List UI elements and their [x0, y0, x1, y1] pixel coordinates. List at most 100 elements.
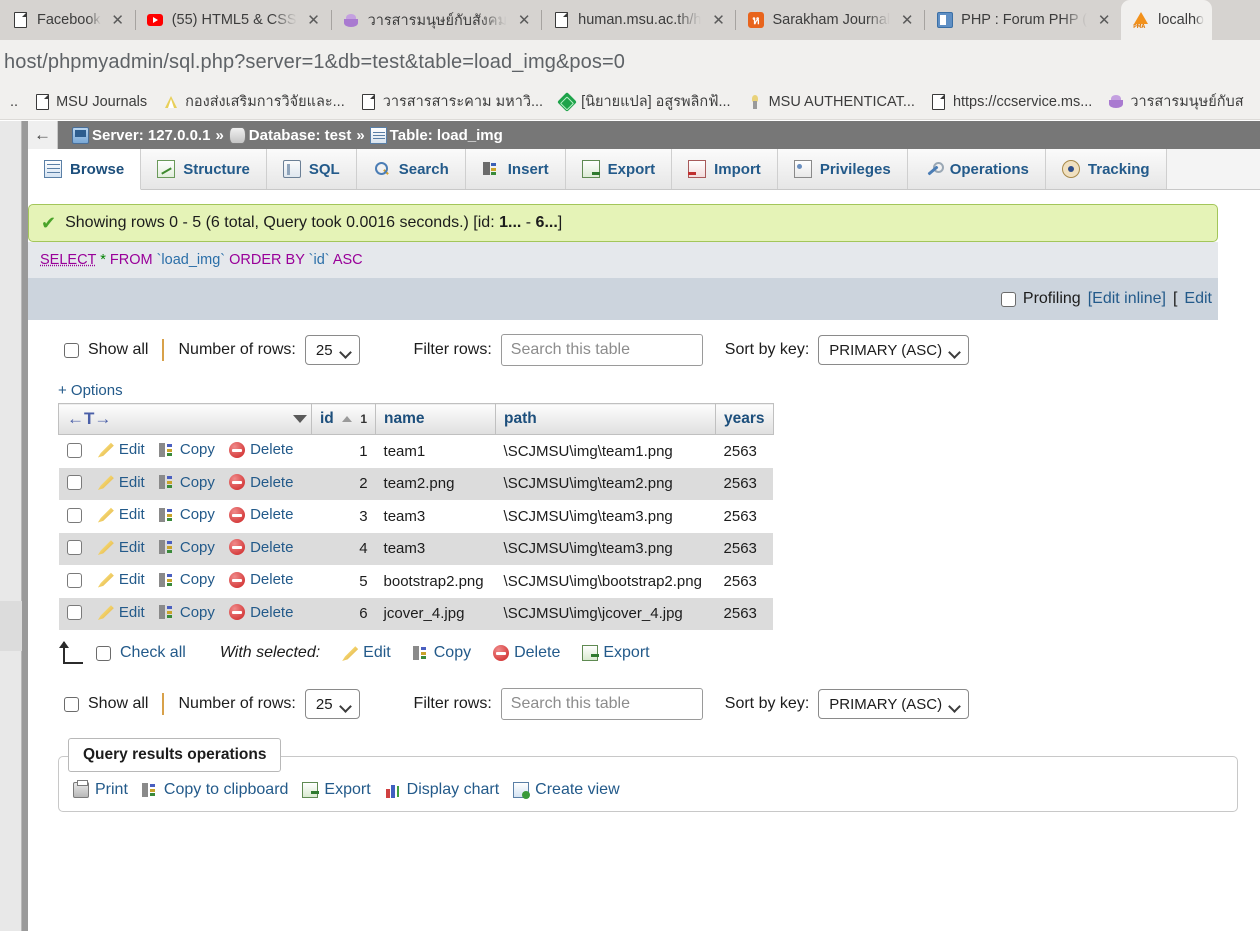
row-select-checkbox[interactable]	[66, 605, 82, 620]
chevron-down-icon[interactable]	[292, 415, 307, 423]
tab-insert[interactable]: Insert	[465, 149, 566, 189]
delete-row-link[interactable]: Delete	[229, 539, 293, 556]
edit-row-link[interactable]: Edit	[97, 539, 145, 556]
close-icon[interactable]: ✕	[1095, 11, 1113, 29]
sort-by-key-select-bottom[interactable]: PRIMARY (ASC)	[818, 689, 970, 719]
breadcrumb-table[interactable]: Table: load_img	[390, 127, 503, 144]
copy-to-clipboard-link[interactable]: Copy to clipboard	[141, 781, 288, 799]
copy-row-link[interactable]: Copy	[158, 474, 215, 491]
sort-direction-controls[interactable]: ←T→	[67, 409, 111, 429]
tab-operations[interactable]: Operations	[907, 149, 1046, 189]
column-header-years[interactable]: years	[715, 403, 774, 435]
tab-tracking[interactable]: Tracking	[1045, 149, 1167, 189]
edit-row-link[interactable]: Edit	[97, 474, 145, 491]
edit-row-link[interactable]: Edit	[97, 441, 145, 458]
bulk-copy-link[interactable]: Copy	[412, 644, 471, 662]
copy-row-link[interactable]: Copy	[158, 506, 215, 523]
profiling-checkbox[interactable]	[1000, 291, 1016, 307]
show-all-checkbox-top[interactable]	[64, 342, 79, 358]
phpmyadmin-main: ← Server: 127.0.0.1 » Database: test » T…	[28, 121, 1260, 931]
copy-row-link[interactable]: Copy	[158, 571, 215, 588]
bookmark-novel-translation[interactable]: [นิยายแปล] อสูรพลิกฟ้...	[551, 87, 739, 116]
tab-search[interactable]: Search	[356, 149, 466, 189]
collapse-navigation-button[interactable]: ←	[28, 121, 58, 149]
row-select-checkbox[interactable]	[66, 540, 82, 555]
breadcrumb-server[interactable]: Server: 127.0.0.1	[92, 127, 210, 144]
close-icon[interactable]: ✕	[109, 11, 127, 29]
close-icon[interactable]: ✕	[515, 11, 533, 29]
close-icon[interactable]: ✕	[305, 11, 323, 29]
browser-tab-localhost-phpmyadmin[interactable]: localho	[1121, 0, 1213, 40]
edit-link[interactable]: Edit	[1184, 290, 1212, 308]
row-select-checkbox[interactable]	[66, 507, 82, 523]
breadcrumb-database[interactable]: Database: test	[249, 127, 352, 144]
delete-row-link[interactable]: Delete	[229, 474, 293, 491]
row-actions-header[interactable]: ←T→	[58, 403, 312, 435]
column-header-id[interactable]: id 1	[310, 403, 377, 435]
bulk-delete-link[interactable]: Delete	[493, 644, 560, 662]
delete-row-link[interactable]: Delete	[229, 506, 293, 523]
number-of-rows-select-top[interactable]: 25	[304, 335, 360, 365]
copy-row-link[interactable]: Copy	[158, 604, 215, 621]
sort-by-key-select-top[interactable]: PRIMARY (ASC)	[818, 335, 970, 365]
delete-row-link[interactable]: Delete	[229, 571, 293, 588]
bookmark-sarakham-journal[interactable]: วารสารสาระคาม มหาวิ...	[353, 87, 551, 116]
number-of-rows-select-bottom[interactable]: 25	[304, 689, 360, 719]
table-row[interactable]: Edit Copy Delete 1 team1 \SCJMSU\img\tea…	[58, 434, 774, 468]
options-toggle-link[interactable]: + Options	[28, 376, 1260, 403]
row-select-checkbox[interactable]	[66, 572, 82, 588]
filter-rows-input-bottom[interactable]: Search this table	[500, 688, 703, 720]
bulk-export-link[interactable]: Export	[582, 644, 650, 662]
column-header-path[interactable]: path	[495, 403, 717, 435]
edit-row-link[interactable]: Edit	[97, 506, 145, 523]
check-all-checkbox[interactable]	[96, 645, 111, 661]
bookmark-msu-journals[interactable]: MSU Journals	[26, 91, 155, 113]
row-select-checkbox[interactable]	[66, 475, 82, 490]
column-header-name[interactable]: name	[375, 403, 497, 435]
edit-inline-link[interactable]: [Edit inline]	[1088, 290, 1166, 308]
copy-row-link[interactable]: Copy	[158, 441, 215, 458]
create-view-link[interactable]: Create view	[513, 781, 620, 799]
bookmark-overflow[interactable]: ..	[2, 91, 26, 113]
executed-sql-query[interactable]: SELECT * FROM `load_img` ORDER BY `id` A…	[28, 242, 1218, 278]
bulk-edit-link[interactable]: Edit	[342, 644, 391, 662]
export-link[interactable]: Export	[302, 781, 371, 799]
filter-rows-input-top[interactable]: Search this table	[500, 334, 703, 366]
table-row[interactable]: Edit Copy Delete 4 team3 \SCJMSU\img\tea…	[58, 532, 774, 565]
address-bar[interactable]: host/phpmyadmin/sql.php?server=1&db=test…	[4, 47, 1256, 77]
tab-privileges[interactable]: Privileges	[777, 149, 908, 189]
show-all-checkbox-bottom[interactable]	[64, 696, 79, 712]
browser-tab-journal-human[interactable]: วารสารมนุษย์กับสังคม ✕	[330, 0, 542, 40]
tab-sql[interactable]: SQL	[266, 149, 357, 189]
bookmark-msu-authenticate[interactable]: MSU AUTHENTICAT...	[739, 91, 923, 113]
tab-structure[interactable]: Structure	[141, 149, 267, 189]
tab-browse[interactable]: Browse	[28, 149, 142, 190]
print-link[interactable]: Print	[73, 780, 128, 799]
display-chart-link[interactable]: Display chart	[385, 781, 499, 799]
check-all-label[interactable]: Check all	[120, 644, 186, 662]
bookmark-research-promotion[interactable]: กองส่งเสริมการวิจัยและ...	[155, 87, 353, 116]
delete-row-link[interactable]: Delete	[229, 441, 293, 458]
browser-tab-human-msu[interactable]: human.msu.ac.th/h ✕	[541, 0, 735, 40]
delete-row-link[interactable]: Delete	[229, 604, 293, 621]
table-row[interactable]: Edit Copy Delete 3 team3 \SCJMSU\img\tea…	[58, 500, 774, 533]
edit-row-link[interactable]: Edit	[97, 571, 145, 588]
bookmark-ccservice[interactable]: https://ccservice.ms...	[923, 91, 1100, 113]
browser-tab-youtube[interactable]: (55) HTML5 & CSS ✕	[134, 0, 331, 40]
table-row[interactable]: Edit Copy Delete 2 team2.png \SCJMSU\img…	[58, 467, 774, 500]
table-row[interactable]: Edit Copy Delete 6 jcover_4.jpg \SCJMSU\…	[58, 597, 774, 630]
browser-tab-sarakham-journal[interactable]: ห Sarakham Journal ✕	[735, 0, 924, 40]
tab-export[interactable]: Export	[565, 149, 673, 189]
navigation-panel[interactable]	[0, 121, 22, 931]
browser-tab-facebook[interactable]: Facebook ✕	[0, 0, 135, 40]
browser-tab-php-forum[interactable]: PHP : Forum PHP ( ✕	[924, 0, 1121, 40]
close-icon[interactable]: ✕	[898, 11, 916, 29]
edit-row-link[interactable]: Edit	[97, 604, 145, 621]
results-controls-top: Show all Number of rows: 25 Filter rows:…	[28, 320, 1260, 376]
copy-row-link[interactable]: Copy	[158, 539, 215, 556]
table-row[interactable]: Edit Copy Delete 5 bootstrap2.png \SCJMS…	[58, 565, 774, 598]
tab-import[interactable]: Import	[672, 149, 778, 189]
bookmark-journal-human-society[interactable]: วารสารมนุษย์กับส	[1100, 87, 1251, 116]
close-icon[interactable]: ✕	[709, 11, 727, 29]
row-select-checkbox[interactable]	[66, 442, 82, 458]
